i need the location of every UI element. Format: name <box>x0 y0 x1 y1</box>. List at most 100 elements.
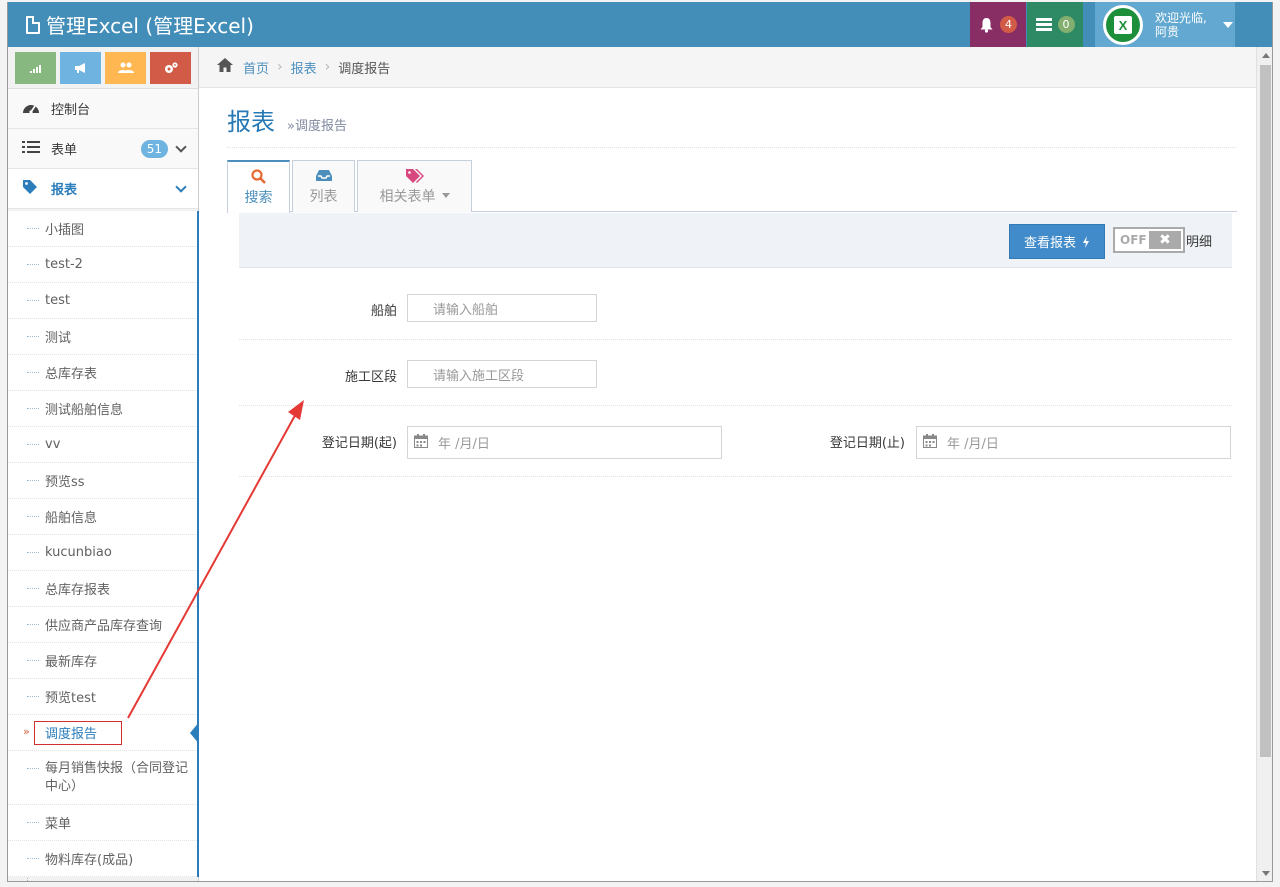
tags-icon <box>405 168 425 186</box>
submenu-item[interactable]: test <box>8 283 197 319</box>
sidebar: 控制台 表单 51 报表 小插图 test-2 test 测试 总库存表 测试船… <box>8 47 200 881</box>
detail-toggle-label: 明细 <box>1186 235 1213 250</box>
date-start-label: 登记日期(起) <box>321 436 397 451</box>
submenu-item[interactable]: 测试船舶信息 <box>8 391 197 427</box>
view-report-label: 查看报表 <box>1023 236 1076 251</box>
section-input[interactable]: 请输入施工区段 <box>407 360 597 388</box>
ship-input[interactable]: 请输入船舶 <box>407 294 597 322</box>
page-subtitle: »调度报告 <box>287 119 347 134</box>
sidebar-item-forms[interactable]: 表单 51 <box>8 129 198 169</box>
top-navbar: 管理Excel (管理Excel) 4 0 X 欢迎光临, 阿贵 <box>8 2 1272 47</box>
breadcrumb-separator-icon: › <box>324 59 331 75</box>
submenu-item[interactable]: 物料库存(成品) <box>8 841 197 877</box>
form-row-section: 施工区段 请输入施工区段 <box>239 340 1232 406</box>
toggle-state-text: OFF <box>1120 233 1147 247</box>
breadcrumb-separator-icon: › <box>277 59 283 75</box>
brand[interactable]: 管理Excel (管理Excel) <box>26 10 254 39</box>
scroll-thumb[interactable] <box>1260 65 1271 757</box>
submenu-item[interactable]: 测试 <box>8 319 197 355</box>
chevron-down-icon <box>175 181 187 193</box>
submenu-item[interactable]: 小插图 <box>8 211 197 247</box>
submenu-item[interactable]: 总库存表 <box>8 355 197 391</box>
submenu-item[interactable]: 总库存报表 <box>8 571 197 607</box>
forms-count-badge: 51 <box>140 140 168 158</box>
welcome-line: 欢迎光临, <box>1155 10 1207 25</box>
submenu-item[interactable]: kucunbiao <box>8 535 197 571</box>
tab-label: 列表 <box>309 188 338 205</box>
tab-bar: 搜索 列表 相关表单 <box>227 160 1237 213</box>
annotation-highlight-box <box>34 721 122 745</box>
form-row-dates: 登记日期(起) 年 /月/日 登记日期(止) 年 /月/日 <box>239 406 1232 477</box>
tab-related-forms[interactable]: 相关表单 <box>357 160 472 212</box>
user-menu[interactable]: X 欢迎光临, 阿贵 <box>1095 2 1235 47</box>
sidebar-item-label: 表单 <box>51 143 78 158</box>
submenu-item-label: 每月销售快报（合同登记中心） <box>45 760 189 794</box>
list-icon <box>22 140 44 158</box>
users-icon[interactable] <box>105 51 146 84</box>
avatar: X <box>1103 4 1143 45</box>
detail-toggle[interactable]: OFF ✖ <box>1113 227 1185 253</box>
submenu-item-current[interactable]: » 调度报告 <box>8 715 200 751</box>
breadcrumb-current: 调度报告 <box>338 61 391 77</box>
tab-list[interactable]: 列表 <box>292 160 355 212</box>
calendar-icon <box>414 433 428 452</box>
search-icon <box>251 168 266 187</box>
submenu-item[interactable]: 菜单 <box>8 805 197 841</box>
submenu-item[interactable]: 供应商产品库存查询 <box>8 607 197 643</box>
welcome-text: 欢迎光临, 阿贵 <box>1155 11 1207 39</box>
tab-search[interactable]: 搜索 <box>227 160 290 213</box>
date-end-placeholder: 年 /月/日 <box>947 437 999 452</box>
submenu-item[interactable]: 每月销售快报（合同登记中心） <box>8 751 197 805</box>
breadcrumb: 首页 › 报表 › 调度报告 <box>199 47 1256 88</box>
date-end-label: 登记日期(止) <box>829 436 905 451</box>
document-icon <box>26 15 40 34</box>
notification-count: 4 <box>1000 16 1017 33</box>
inbox-icon <box>315 168 332 186</box>
username: 阿贵 <box>1155 24 1180 39</box>
section-label: 施工区段 <box>344 370 397 385</box>
calendar-icon <box>923 433 937 452</box>
scroll-down-icon[interactable] <box>1262 871 1270 876</box>
dashboard-icon <box>22 100 44 118</box>
submenu-item[interactable]: test-2 <box>8 247 197 283</box>
date-start-input[interactable]: 年 /月/日 <box>407 426 722 459</box>
submenu-item[interactable]: 最新库存 <box>8 643 197 679</box>
tab-label: 搜索 <box>244 189 273 206</box>
submenu-item[interactable]: 船舶信息 <box>8 499 197 535</box>
breadcrumb-home-link[interactable]: 首页 <box>243 58 269 77</box>
form-row-ship: 船舶 请输入船舶 <box>239 274 1232 340</box>
sidebar-item-reports[interactable]: 报表 <box>8 169 198 209</box>
sidebar-item-dashboard[interactable]: 控制台 <box>8 89 198 129</box>
submenu-item[interactable]: vv <box>8 427 197 463</box>
date-end-input[interactable]: 年 /月/日 <box>916 426 1231 459</box>
submenu-item[interactable]: 预览test <box>8 679 197 715</box>
submenu-item[interactable]: 预览ss <box>8 463 197 499</box>
sidebar-shortcuts <box>8 47 198 89</box>
excel-logo-icon: X <box>1106 7 1140 42</box>
signal-icon[interactable] <box>15 51 56 84</box>
current-marker-icon: » <box>23 725 30 738</box>
cogs-icon[interactable] <box>150 51 191 84</box>
caret-down-icon <box>441 193 450 198</box>
bolt-icon <box>1083 235 1089 248</box>
view-report-button[interactable]: 查看报表 <box>1009 224 1105 259</box>
scroll-up-icon[interactable] <box>1262 53 1270 58</box>
notifications-button[interactable]: 4 <box>970 2 1026 47</box>
tab-label: 相关表单 <box>379 188 436 205</box>
bullhorn-icon[interactable] <box>60 51 101 84</box>
page-header: 报表 »调度报告 <box>227 102 1237 148</box>
svg-text:X: X <box>1119 18 1128 33</box>
home-icon[interactable] <box>217 58 233 76</box>
report-toolbar: 查看报表 OFF ✖ 明细 <box>239 213 1232 268</box>
breadcrumb-section-link[interactable]: 报表 <box>291 58 317 77</box>
bell-icon <box>980 17 993 33</box>
main-content: 报表 »调度报告 搜索 列表 相关表单 查看报表 OFF ✖ 明细 船舶 请输入… <box>199 88 1256 881</box>
date-start-placeholder: 年 /月/日 <box>438 437 490 452</box>
close-icon: ✖ <box>1149 231 1181 249</box>
tab-label-row: 相关表单 <box>380 186 450 206</box>
sidebar-item-label: 报表 <box>51 183 78 198</box>
chevron-down-icon <box>175 141 187 153</box>
tasks-button[interactable]: 0 <box>1027 2 1083 47</box>
tasks-icon <box>1035 17 1052 31</box>
page-scrollbar[interactable] <box>1256 47 1272 881</box>
